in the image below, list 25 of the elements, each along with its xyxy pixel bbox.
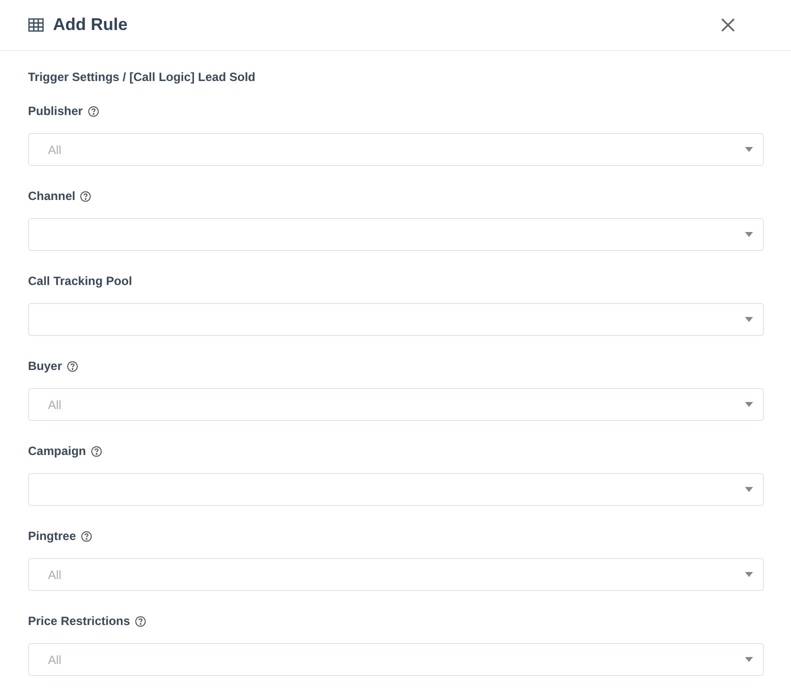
caret-icon xyxy=(745,232,753,237)
close-button[interactable] xyxy=(720,17,736,33)
field-label: Channel xyxy=(28,188,76,204)
select-field[interactable] xyxy=(28,218,764,251)
caret-icon xyxy=(745,402,753,407)
select-field[interactable]: All xyxy=(28,388,764,421)
table-icon xyxy=(28,18,44,32)
caret-icon xyxy=(745,657,753,662)
select-field[interactable] xyxy=(28,473,764,506)
dialog-title: Add Rule xyxy=(53,14,128,36)
caret-icon xyxy=(745,487,753,492)
caret-icon xyxy=(745,147,753,152)
field-label: Call Tracking Pool xyxy=(28,273,132,289)
select-field[interactable]: All xyxy=(28,643,764,676)
field-label: Publisher xyxy=(28,103,83,119)
field-label: Pingtree xyxy=(28,528,76,544)
field-label: Campaign xyxy=(28,443,86,459)
caret-icon xyxy=(745,572,753,577)
field-label: Buyer xyxy=(28,358,62,374)
select-field[interactable] xyxy=(28,303,764,336)
select-field[interactable]: All xyxy=(28,133,764,166)
caret-icon xyxy=(745,317,753,322)
select-field[interactable]: All xyxy=(28,558,764,591)
breadcrumb: Trigger Settings / [Call Logic] Lead Sold xyxy=(28,69,256,85)
field-label: Price Restrictions xyxy=(28,613,130,629)
